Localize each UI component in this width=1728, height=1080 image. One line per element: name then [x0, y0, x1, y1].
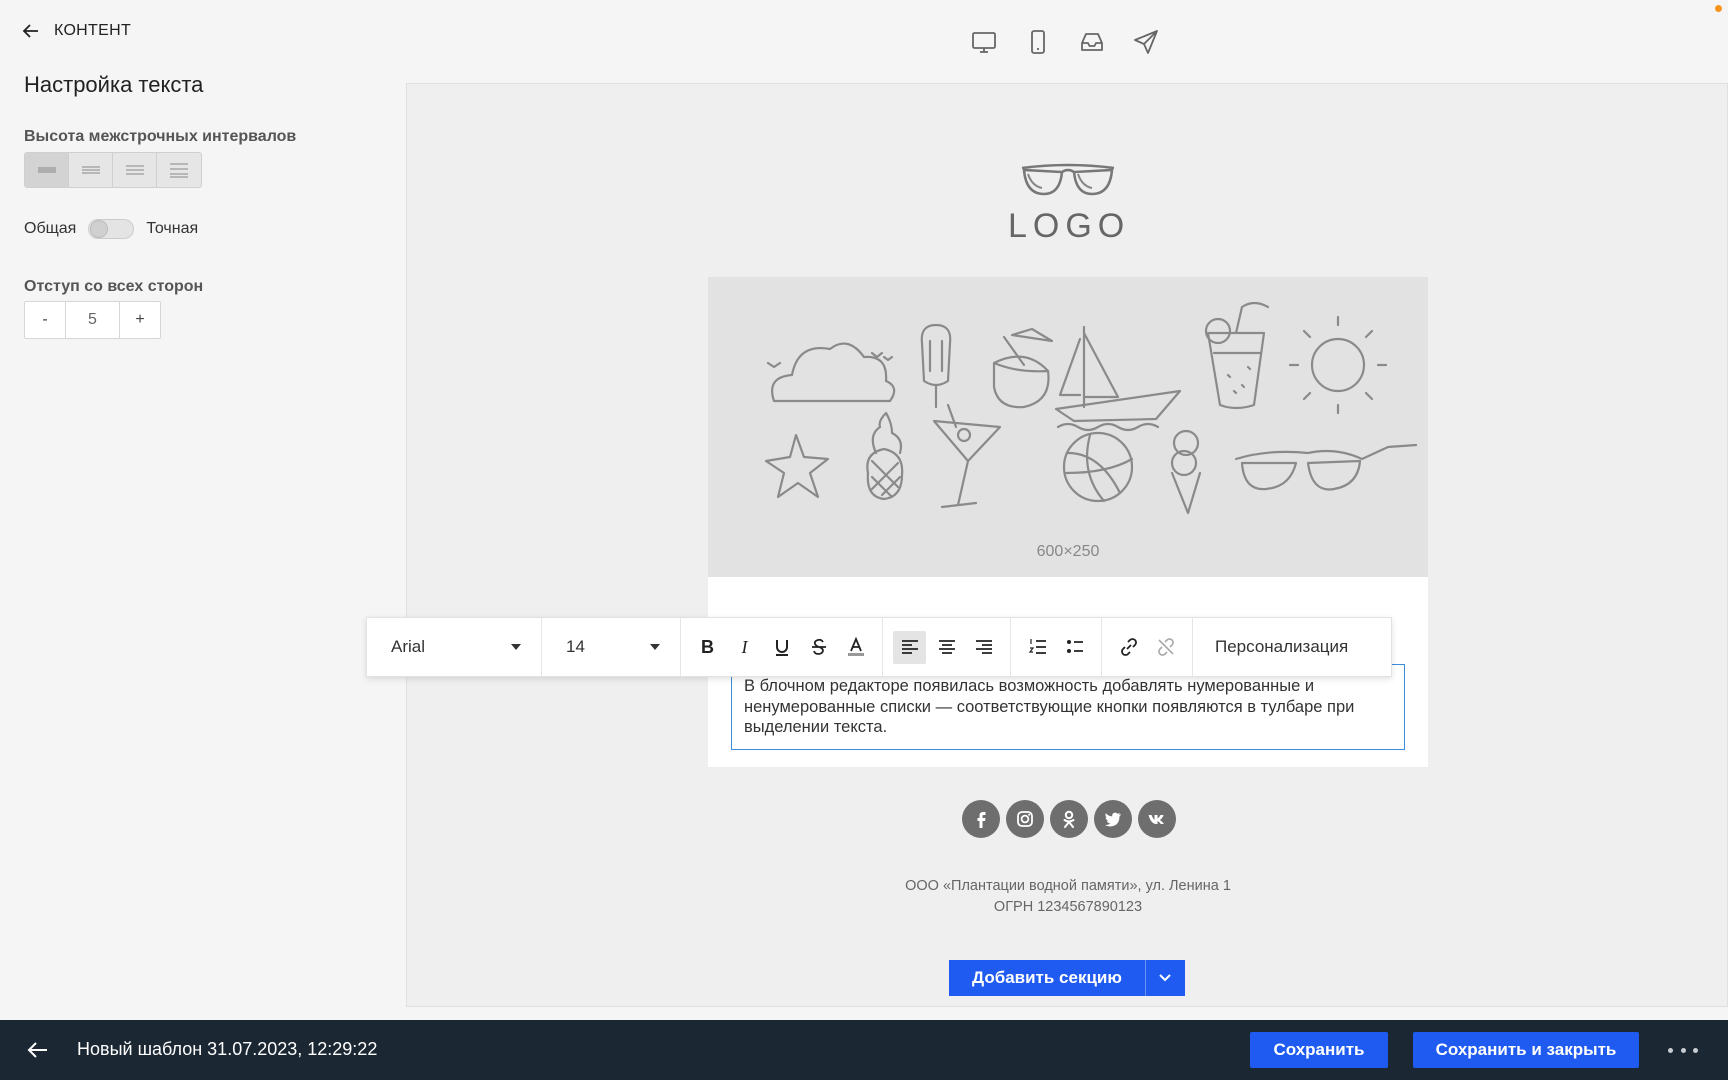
text-format-toolbar: Arial 14 B I Персонализация — [366, 617, 1392, 677]
summer-illustration — [764, 301, 1418, 515]
image-size-label: 600×250 — [1036, 543, 1100, 560]
chevron-down-icon — [1159, 974, 1172, 982]
line-height-normal-icon — [81, 166, 100, 174]
personalization-button[interactable]: Персонализация — [1193, 637, 1366, 657]
vk-icon[interactable] — [1138, 800, 1176, 838]
arrow-left-icon — [22, 24, 38, 38]
font-size-select[interactable]: 14 — [542, 618, 681, 676]
bulleted-list-icon — [1066, 640, 1083, 653]
line-height-wide-icon — [125, 165, 144, 175]
padding-stepper: - 5 + — [24, 301, 161, 339]
align-center-icon — [938, 640, 955, 654]
add-section-control: Добавить секцию — [949, 960, 1185, 996]
align-center-button[interactable] — [930, 631, 963, 664]
sunglasses-logo-icon — [1021, 163, 1115, 196]
line-height-label: Высота межстрочных интервалов — [24, 128, 297, 145]
back-link-label: КОНТЕНТ — [54, 22, 132, 39]
add-section-dropdown[interactable] — [1144, 960, 1185, 996]
align-right-icon — [975, 640, 992, 654]
line-height-option-1[interactable] — [25, 153, 69, 187]
more-options-icon[interactable] — [1668, 1040, 1698, 1060]
instagram-icon[interactable] — [1006, 800, 1044, 838]
exit-button[interactable] — [26, 1038, 50, 1062]
line-height-widest-icon — [170, 163, 188, 178]
font-size-value: 14 — [566, 637, 585, 656]
odnoklassniki-icon[interactable] — [1050, 800, 1088, 838]
toggle-label-exact: Точная — [146, 220, 199, 237]
footer-ogrn: ОГРН 1234567890123 — [993, 899, 1143, 915]
social-icons-block[interactable] — [962, 800, 1176, 838]
dot — [1680, 1047, 1686, 1053]
line-height-option-2[interactable] — [69, 153, 113, 187]
list-group — [1011, 618, 1102, 676]
link-icon — [1120, 638, 1137, 656]
caret-down-icon — [511, 644, 521, 650]
align-left-button[interactable] — [893, 630, 926, 664]
strikethrough-button[interactable] — [802, 631, 835, 664]
alignment-group — [883, 618, 1011, 676]
padding-increase-button[interactable]: + — [120, 302, 160, 338]
line-height-option-3[interactable] — [113, 153, 157, 187]
padding-decrease-button[interactable]: - — [25, 302, 65, 338]
panel-title: Настройка текста — [24, 72, 204, 97]
save-and-close-button[interactable]: Сохранить и закрыть — [1413, 1032, 1639, 1068]
inbox-icon[interactable] — [1078, 28, 1106, 56]
twitter-icon[interactable] — [1094, 800, 1132, 838]
strikethrough-icon — [811, 638, 826, 655]
link-group — [1102, 618, 1193, 676]
dot — [1693, 1047, 1698, 1053]
add-section-button[interactable]: Добавить секцию — [949, 960, 1145, 996]
bold-icon: B — [701, 636, 714, 657]
italic-button[interactable]: I — [728, 631, 761, 664]
send-icon[interactable] — [1132, 28, 1160, 56]
font-family-select[interactable]: Arial — [367, 618, 542, 676]
align-left-icon — [901, 640, 918, 654]
mobile-icon[interactable] — [1024, 28, 1052, 56]
line-height-mode-row: Общая Точная — [24, 219, 198, 239]
insert-link-button[interactable] — [1112, 631, 1145, 664]
unlink-icon — [1157, 638, 1174, 656]
line-height-tight-icon — [37, 167, 56, 173]
preview-mode-bar — [970, 28, 1160, 56]
font-family-value: Arial — [391, 637, 426, 656]
settings-panel: КОНТЕНТ Настройка текста Высота межстроч… — [0, 0, 406, 1020]
facebook-icon[interactable] — [962, 800, 1000, 838]
save-button[interactable]: Сохранить — [1250, 1032, 1388, 1068]
toggle-label-general: Общая — [24, 220, 77, 237]
bulleted-list-button[interactable] — [1058, 631, 1091, 664]
padding-label: Отступ со всех сторон — [24, 278, 204, 295]
dot — [1668, 1047, 1673, 1053]
desktop-icon[interactable] — [970, 28, 998, 56]
line-height-option-4[interactable] — [157, 153, 201, 187]
line-height-mode-toggle[interactable] — [88, 219, 135, 239]
bold-button[interactable]: B — [691, 631, 724, 664]
notification-dot — [1715, 5, 1722, 12]
footer-address: ООО «Плантации водной памяти», ул. Ленин… — [905, 878, 1231, 894]
caret-down-icon — [650, 644, 660, 650]
numbered-list-button[interactable] — [1021, 631, 1054, 664]
hero-image-placeholder[interactable]: 600×250 — [708, 277, 1428, 577]
logo-block[interactable]: LOGO — [1008, 162, 1128, 246]
text-color-icon — [847, 637, 864, 656]
numbered-list-icon — [1028, 639, 1046, 654]
template-title: Новый шаблон 31.07.2023, 12:29:22 — [77, 1039, 378, 1059]
underline-icon — [775, 640, 788, 656]
text-style-group: B I — [681, 618, 883, 676]
remove-link-button[interactable] — [1149, 631, 1182, 664]
arrow-left-icon — [27, 1042, 47, 1058]
padding-value[interactable]: 5 — [65, 302, 120, 338]
bottom-bar: Новый шаблон 31.07.2023, 12:29:22 Сохран… — [0, 1020, 1728, 1080]
logo-text: LOGO — [1008, 207, 1131, 245]
text-color-button[interactable] — [839, 631, 872, 664]
back-to-content-link[interactable]: КОНТЕНТ — [22, 22, 131, 40]
italic-icon: I — [741, 636, 748, 657]
line-height-group — [24, 152, 202, 188]
underline-button[interactable] — [765, 631, 798, 664]
toggle-knob — [90, 220, 109, 238]
align-right-button[interactable] — [967, 631, 1000, 664]
